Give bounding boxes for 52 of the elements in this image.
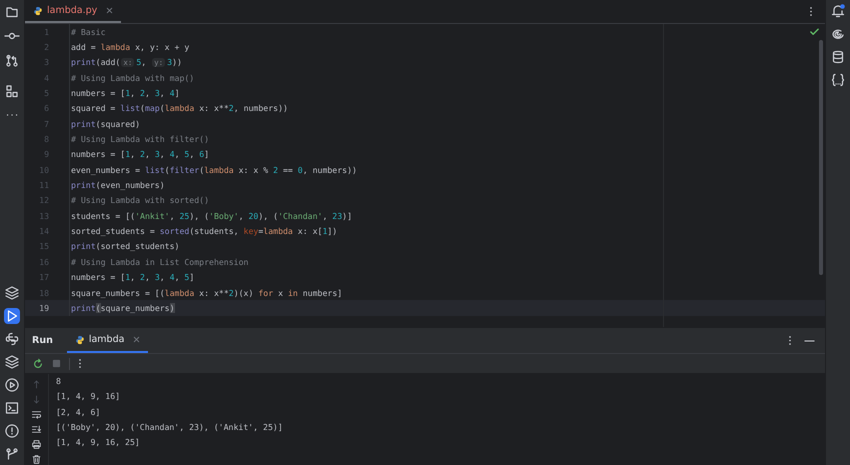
close-icon[interactable]	[106, 7, 114, 14]
code-line: add = lambda x, y: x + y	[69, 39, 190, 55]
scrollbar[interactable]	[819, 40, 823, 275]
more-icon[interactable]	[809, 6, 813, 17]
braces-icon[interactable]	[830, 72, 846, 88]
layers-icon[interactable]	[4, 285, 20, 301]
more-icon[interactable]	[788, 335, 792, 346]
code-line: even_numbers = list(filter(lambda x: x % 2 == 0, numbers))	[69, 162, 357, 178]
code-line: # Using Lambda in List Comprehension	[69, 254, 248, 270]
code-line: # Using Lambda with filter()	[69, 131, 210, 147]
branch-icon[interactable]	[4, 52, 20, 68]
code-line: students = [('Ankit', 25), ('Boby', 20), ('Chandan', 23)]	[69, 208, 352, 224]
file-tab[interactable]: lambda.py	[25, 0, 122, 23]
database-icon[interactable]	[830, 49, 846, 65]
wrap-icon[interactable]	[31, 409, 42, 420]
output-line: 8	[56, 375, 62, 388]
code-line: numbers = [1, 2, 3, 4]	[69, 85, 180, 101]
code-line: numbers = [1, 2, 3, 4, 5, 6]	[69, 146, 210, 162]
python-file-icon	[74, 334, 85, 344]
output-line: [1, 4, 9, 16, 25]	[56, 436, 141, 450]
run-icon[interactable]	[4, 308, 20, 324]
code-line: print(even_numbers)	[69, 177, 165, 193]
code-line: print(square_numbers)	[69, 300, 175, 316]
terminal-icon[interactable]	[4, 400, 20, 416]
code-line: # Using Lambda with map()	[69, 70, 194, 86]
code-line: numbers = [1, 2, 3, 4, 5]	[69, 270, 194, 285]
code-line: print(sorted_students)	[69, 238, 180, 254]
bell-icon[interactable]	[830, 3, 846, 19]
trash-icon[interactable]	[31, 454, 42, 465]
play-circle-icon[interactable]	[4, 377, 20, 393]
code-line: print(squared)	[69, 116, 140, 132]
minimize-icon[interactable]	[804, 338, 815, 342]
more-icon[interactable]	[78, 358, 82, 369]
output-line: [1, 4, 9, 16]	[56, 390, 122, 404]
layers-icon[interactable]	[4, 354, 20, 370]
structure-icon[interactable]	[4, 83, 20, 99]
branch-icon[interactable]	[4, 446, 20, 462]
close-icon[interactable]	[133, 336, 140, 343]
code-line: # Using Lambda with sorted()	[69, 192, 210, 208]
python-file-icon	[33, 6, 43, 16]
exclamation-icon[interactable]	[4, 423, 20, 439]
code-line: sorted_students = sorted(students, key=lambda x: x[1])	[69, 223, 338, 239]
scroll-end-icon[interactable]	[31, 424, 42, 435]
output-line: [2, 4, 6]	[56, 406, 102, 419]
code-line: # Basic	[69, 24, 106, 40]
print-icon[interactable]	[31, 439, 42, 450]
code-line: squared = list(map(lambda x: x**2, numbers))	[69, 100, 288, 116]
output-line: [('Boby', 20), ('Chandan', 23), ('Ankit', 25)]	[56, 420, 283, 434]
check-icon	[810, 28, 819, 36]
panel-title: Run	[32, 335, 53, 346]
rerun-icon[interactable]	[32, 358, 44, 370]
line-number: 19	[38, 302, 49, 313]
